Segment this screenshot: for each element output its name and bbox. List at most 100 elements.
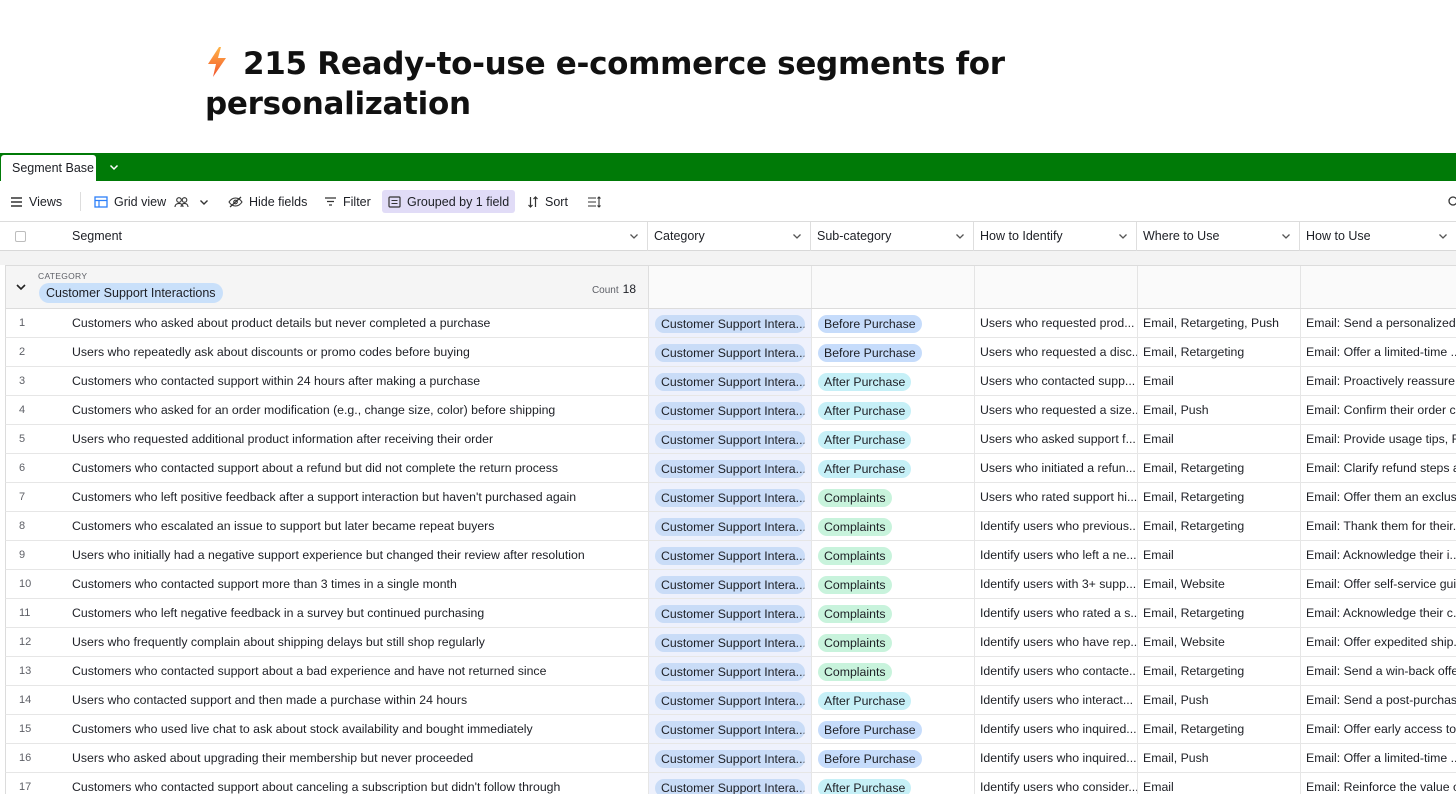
table-row[interactable]: 8 Customers who escalated an issue to sup…	[5, 512, 1456, 541]
how-to-identify-cell[interactable]: Users who requested prod...	[975, 309, 1138, 337]
how-to-use-cell[interactable]: Email: Send a post-purchas...	[1301, 686, 1456, 714]
where-to-use-cell[interactable]: Email, Push	[1138, 686, 1301, 714]
segment-cell[interactable]: Customers who contacted support about a …	[46, 454, 649, 482]
how-to-identify-cell[interactable]: Users who rated support hi...	[975, 483, 1138, 511]
table-row[interactable]: 2 Users who repeatedly ask about discount…	[5, 338, 1456, 367]
how-to-use-cell[interactable]: Email: Thank them for their...	[1301, 512, 1456, 540]
category-cell[interactable]: Customer Support Intera...	[649, 541, 812, 569]
category-cell[interactable]: Customer Support Intera...	[649, 425, 812, 453]
how-to-use-cell[interactable]: Email: Acknowledge their i...	[1301, 541, 1456, 569]
sub-category-cell[interactable]: After Purchase	[812, 773, 975, 794]
category-cell[interactable]: Customer Support Intera...	[649, 512, 812, 540]
sub-category-cell[interactable]: Before Purchase	[812, 744, 975, 772]
how-to-use-cell[interactable]: Email: Offer expedited ship...	[1301, 628, 1456, 656]
segment-cell[interactable]: Users who contacted support and then mad…	[46, 686, 649, 714]
where-to-use-cell[interactable]: Email, Retargeting	[1138, 338, 1301, 366]
group-header[interactable]: CATEGORY Customer Support Interactions C…	[5, 265, 1456, 309]
sub-category-cell[interactable]: Complaints	[812, 657, 975, 685]
how-to-use-cell[interactable]: Email: Offer them an exclus...	[1301, 483, 1456, 511]
where-to-use-cell[interactable]: Email	[1138, 367, 1301, 395]
where-to-use-cell[interactable]: Email, Website	[1138, 628, 1301, 656]
sub-category-cell[interactable]: Complaints	[812, 570, 975, 598]
segment-cell[interactable]: Customers who left positive feedback aft…	[46, 483, 649, 511]
views-button[interactable]: Views	[4, 190, 68, 213]
segment-cell[interactable]: Customers who contacted support about ca…	[46, 773, 649, 794]
segment-cell[interactable]: Customers who used live chat to ask abou…	[46, 715, 649, 743]
sub-category-cell[interactable]: After Purchase	[812, 454, 975, 482]
select-all-checkbox[interactable]	[0, 222, 40, 251]
segment-cell[interactable]: Users who repeatedly ask about discounts…	[46, 338, 649, 366]
column-header-category[interactable]: Category	[648, 222, 811, 251]
sub-category-cell[interactable]: After Purchase	[812, 686, 975, 714]
sub-category-cell[interactable]: Before Purchase	[812, 309, 975, 337]
filter-button[interactable]: Filter	[318, 190, 377, 213]
table-row[interactable]: 9 Users who initially had a negative supp…	[5, 541, 1456, 570]
how-to-identify-cell[interactable]: Identify users who inquired...	[975, 715, 1138, 743]
table-row[interactable]: 6 Customers who contacted support about a…	[5, 454, 1456, 483]
segment-cell[interactable]: Customers who contacted support within 2…	[46, 367, 649, 395]
where-to-use-cell[interactable]: Email	[1138, 541, 1301, 569]
where-to-use-cell[interactable]: Email, Push	[1138, 744, 1301, 772]
column-header-how-to-use[interactable]: How to Use	[1300, 222, 1456, 251]
segment-cell[interactable]: Customers who contacted support about a …	[46, 657, 649, 685]
segment-cell[interactable]: Users who initially had a negative suppo…	[46, 541, 649, 569]
sub-category-cell[interactable]: Complaints	[812, 628, 975, 656]
where-to-use-cell[interactable]: Email, Retargeting, Push	[1138, 309, 1301, 337]
table-row[interactable]: 4 Customers who asked for an order modifi…	[5, 396, 1456, 425]
category-cell[interactable]: Customer Support Intera...	[649, 744, 812, 772]
segment-cell[interactable]: Customers who contacted support more tha…	[46, 570, 649, 598]
how-to-identify-cell[interactable]: Users who contacted supp...	[975, 367, 1138, 395]
sub-category-cell[interactable]: After Purchase	[812, 396, 975, 424]
how-to-identify-cell[interactable]: Identify users who contacte...	[975, 657, 1138, 685]
segment-cell[interactable]: Customers who escalated an issue to supp…	[46, 512, 649, 540]
table-row[interactable]: 16 Users who asked about upgrading their …	[5, 744, 1456, 773]
how-to-use-cell[interactable]: Email: Clarify refund steps a...	[1301, 454, 1456, 482]
segment-cell[interactable]: Customers who asked for an order modific…	[46, 396, 649, 424]
table-row[interactable]: 10 Customers who contacted support more t…	[5, 570, 1456, 599]
how-to-use-cell[interactable]: Email: Offer early access to ...	[1301, 715, 1456, 743]
where-to-use-cell[interactable]: Email	[1138, 425, 1301, 453]
sub-category-cell[interactable]: Before Purchase	[812, 338, 975, 366]
segment-cell[interactable]: Customers who asked about product detail…	[46, 309, 649, 337]
where-to-use-cell[interactable]: Email, Retargeting	[1138, 715, 1301, 743]
column-header-sub-category[interactable]: Sub-category	[811, 222, 974, 251]
how-to-identify-cell[interactable]: Users who asked support f...	[975, 425, 1138, 453]
category-cell[interactable]: Customer Support Intera...	[649, 570, 812, 598]
segment-cell[interactable]: Users who asked about upgrading their me…	[46, 744, 649, 772]
column-header-where-to-use[interactable]: Where to Use	[1137, 222, 1300, 251]
grid-view-button[interactable]: Grid view	[88, 190, 221, 213]
category-cell[interactable]: Customer Support Intera...	[649, 599, 812, 627]
how-to-use-cell[interactable]: Email: Confirm their order c...	[1301, 396, 1456, 424]
sort-button[interactable]: Sort	[521, 190, 574, 213]
where-to-use-cell[interactable]: Email, Retargeting	[1138, 657, 1301, 685]
where-to-use-cell[interactable]: Email, Website	[1138, 570, 1301, 598]
column-header-segment[interactable]: Segment	[40, 222, 648, 251]
where-to-use-cell[interactable]: Email, Retargeting	[1138, 599, 1301, 627]
table-row[interactable]: 12 Users who frequently complain about sh…	[5, 628, 1456, 657]
hide-fields-button[interactable]: Hide fields	[222, 190, 313, 213]
sub-category-cell[interactable]: Complaints	[812, 512, 975, 540]
category-cell[interactable]: Customer Support Intera...	[649, 715, 812, 743]
category-cell[interactable]: Customer Support Intera...	[649, 367, 812, 395]
category-cell[interactable]: Customer Support Intera...	[649, 483, 812, 511]
tab-menu-button[interactable]	[103, 157, 125, 177]
how-to-identify-cell[interactable]: Identify users who consider...	[975, 773, 1138, 794]
how-to-identify-cell[interactable]: Identify users who inquired...	[975, 744, 1138, 772]
table-row[interactable]: 13 Customers who contacted support about …	[5, 657, 1456, 686]
table-row[interactable]: 15 Customers who used live chat to ask ab…	[5, 715, 1456, 744]
how-to-use-cell[interactable]: Email: Provide usage tips, F...	[1301, 425, 1456, 453]
where-to-use-cell[interactable]: Email, Retargeting	[1138, 454, 1301, 482]
how-to-identify-cell[interactable]: Identify users with 3+ supp...	[975, 570, 1138, 598]
how-to-use-cell[interactable]: Email: Acknowledge their c...	[1301, 599, 1456, 627]
table-row[interactable]: 5 Users who requested additional product …	[5, 425, 1456, 454]
sub-category-cell[interactable]: Complaints	[812, 483, 975, 511]
sub-category-cell[interactable]: Complaints	[812, 599, 975, 627]
where-to-use-cell[interactable]: Email	[1138, 773, 1301, 794]
how-to-use-cell[interactable]: Email: Send a win-back offe...	[1301, 657, 1456, 685]
how-to-identify-cell[interactable]: Users who initiated a refun...	[975, 454, 1138, 482]
segment-cell[interactable]: Users who requested additional product i…	[46, 425, 649, 453]
how-to-identify-cell[interactable]: Identify users who have rep...	[975, 628, 1138, 656]
where-to-use-cell[interactable]: Email, Retargeting	[1138, 512, 1301, 540]
sub-category-cell[interactable]: Before Purchase	[812, 715, 975, 743]
sub-category-cell[interactable]: Complaints	[812, 541, 975, 569]
